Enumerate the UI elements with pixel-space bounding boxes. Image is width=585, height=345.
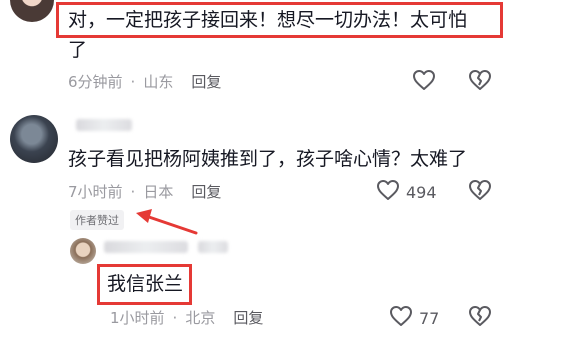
like-button[interactable]: 77 (389, 305, 439, 331)
reply-button[interactable]: 回复 (191, 183, 221, 201)
timestamp: 6分钟前 (68, 73, 123, 91)
broken-heart-icon (468, 70, 492, 95)
dislike-button[interactable] (468, 305, 492, 331)
dislike-button[interactable] (468, 179, 492, 205)
comment-text: 我信张兰 (107, 273, 184, 295)
author-liked-badge: 作者赞过 (70, 210, 124, 230)
timestamp: 1小时前 (110, 309, 165, 327)
dislike-button[interactable] (468, 69, 492, 95)
annotation-arrow (136, 209, 198, 235)
comment-meta: 6分钟前 · 山东 回复 (68, 71, 221, 92)
location: 北京 (185, 309, 216, 327)
separator: · (130, 183, 136, 201)
comment-text: 对，一定把孩子接回来！想尽一切办法！太可怕 (68, 9, 468, 31)
avatar[interactable] (10, 0, 54, 22)
comment-text: 孩子看见把杨阿姨推到了，孩子啥心情？太难了 (68, 148, 468, 170)
timestamp: 7小时前 (68, 183, 123, 201)
comment-meta: 7小时前 · 日本 回复 (68, 181, 221, 202)
avatar[interactable] (70, 238, 96, 264)
heart-outline-icon (389, 305, 413, 331)
heart-outline-icon (376, 179, 400, 205)
like-button[interactable] (412, 69, 436, 95)
avatar[interactable] (10, 115, 58, 163)
broken-heart-icon (468, 180, 492, 205)
comment-meta: 1小时前 · 北京 回复 (110, 307, 263, 328)
heart-outline-icon (412, 69, 436, 95)
like-count: 494 (406, 182, 437, 202)
username[interactable] (76, 119, 132, 131)
separator: · (130, 73, 136, 91)
comment-text-continued: 了 (68, 39, 88, 61)
reply-button[interactable]: 回复 (191, 73, 221, 91)
like-count: 77 (419, 308, 440, 328)
location: 日本 (143, 183, 174, 201)
separator: · (172, 309, 178, 327)
like-button[interactable]: 494 (376, 179, 437, 205)
username[interactable] (104, 241, 188, 253)
location: 山东 (143, 73, 174, 91)
reply-button[interactable]: 回复 (233, 309, 263, 327)
username (198, 241, 228, 253)
broken-heart-icon (468, 306, 492, 331)
